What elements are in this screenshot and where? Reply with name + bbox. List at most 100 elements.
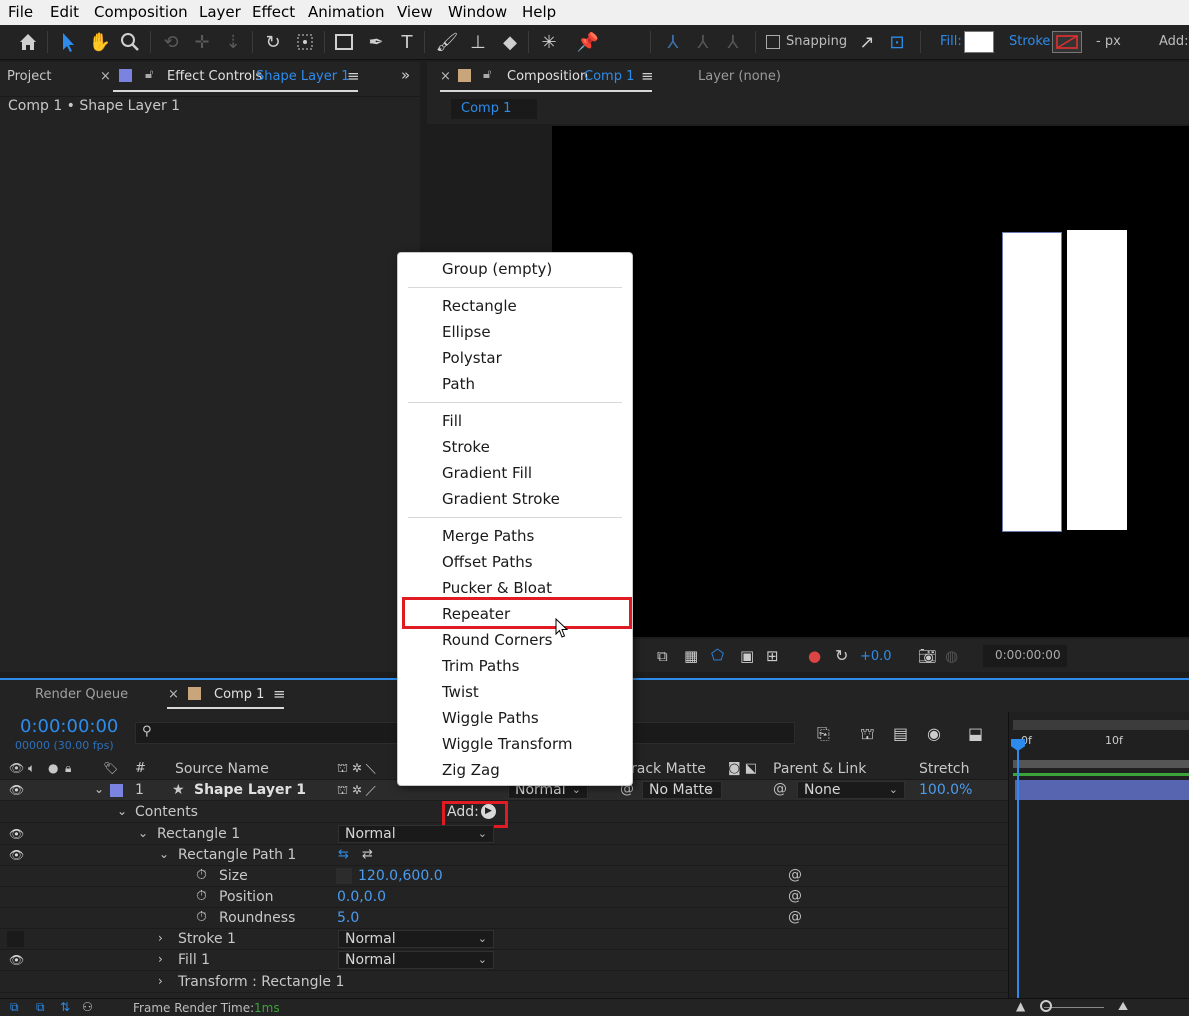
video-switch-icon[interactable]: 👁︎ [9, 761, 24, 775]
menu-item-fill[interactable]: Fill [442, 412, 462, 430]
puppet-pin-icon[interactable]: 📌 [575, 29, 601, 55]
stroke-mode-dropdown[interactable]: Normal ⌄ [338, 930, 494, 948]
pan-camera-icon[interactable]: ✛ [189, 29, 215, 55]
playhead-line[interactable] [1017, 742, 1019, 998]
menu-item-twist[interactable]: Twist [442, 683, 479, 701]
frame-blending-icon[interactable]: ▤ [893, 724, 908, 743]
column-track-matte[interactable]: rack Matte [631, 761, 706, 777]
snap-center-icon[interactable]: ⊡ [884, 29, 910, 55]
camera-snapshot-icon[interactable]: 📷︎ [918, 647, 937, 665]
eye-icon[interactable]: 👁︎ [9, 953, 24, 967]
expand-icon[interactable]: ⌄ [159, 847, 169, 861]
current-time[interactable]: 0:00:00:00 [20, 716, 118, 737]
playhead-handle[interactable] [1011, 739, 1025, 751]
stroke-row[interactable]: › Stroke 1 Normal ⌄ [0, 929, 1008, 950]
tab-comp[interactable]: Comp 1 [214, 687, 264, 702]
menu-item-polystar[interactable]: Polystar [442, 349, 502, 367]
tab-effect-controls[interactable]: Effect Controls [167, 69, 262, 84]
clone-stamp-icon[interactable]: ⊥ [465, 29, 491, 55]
expand-panels-icon[interactable]: » [401, 66, 410, 84]
shy-layers-icon[interactable]: ⛫ [860, 724, 875, 745]
zoom-in-icon[interactable]: ⛰ [1118, 999, 1128, 1014]
rectangle-mode-dropdown[interactable]: Normal ⌄ [338, 825, 494, 843]
tab-effect-layer-name[interactable]: Shape Layer 1 [256, 69, 350, 84]
menu-item-offset-paths[interactable]: Offset Paths [442, 553, 533, 571]
in-out-icon[interactable]: ⇅ [60, 1000, 70, 1014]
menu-item-zig-zag[interactable]: Zig Zag [442, 761, 500, 779]
fill-swatch[interactable] [964, 31, 994, 53]
tab-composition[interactable]: Composition [507, 69, 588, 84]
tab-close-icon[interactable]: × [168, 687, 179, 702]
exposure-value[interactable]: +0.0 [860, 649, 892, 664]
audio-switch-icon[interactable]: 🔈︎ [28, 761, 35, 776]
tab-project[interactable]: Project [7, 69, 51, 84]
dolly-camera-icon[interactable]: ⇣ [220, 29, 246, 55]
toolbar-add-label[interactable]: Add: [1159, 34, 1189, 49]
viewer-timecode[interactable]: 0:00:00:00 [983, 645, 1067, 667]
menu-item-ellipse[interactable]: Ellipse [442, 323, 491, 341]
menu-edit[interactable]: Edit [50, 3, 79, 21]
column-parent-link[interactable]: Parent & Link [773, 761, 866, 777]
show-snapshot-icon[interactable]: ◍ [945, 647, 958, 665]
type-tool-icon[interactable]: T [394, 29, 420, 55]
menu-item-merge-paths[interactable]: Merge Paths [442, 527, 534, 545]
lock-icon[interactable]: 🔓︎ [145, 67, 153, 82]
time-graph[interactable]: 0f 10f [1008, 712, 1189, 998]
brush-tool-icon[interactable]: 🖌 [434, 29, 460, 55]
motion-blur-icon[interactable]: ◉ [927, 724, 941, 743]
rectangle-tool-icon[interactable] [331, 29, 357, 55]
pen-tool-icon[interactable]: ✒ [363, 29, 389, 55]
tab-close-icon[interactable]: × [440, 69, 451, 84]
expand-layer-icon[interactable]: ⌄ [94, 782, 104, 796]
expression-pickwhip-icon[interactable]: @ [788, 888, 802, 904]
layer-duration-bar[interactable] [1015, 780, 1189, 800]
hand-tool-icon[interactable]: ✋ [87, 29, 113, 55]
transform-row[interactable]: › Transform : Rectangle 1 [0, 972, 1008, 993]
stopwatch-icon[interactable]: ⏱ [196, 909, 207, 925]
snapping-checkbox[interactable] [766, 35, 780, 49]
path-direction-icon[interactable]: ⇆ [338, 847, 349, 862]
channels-icon[interactable]: ● [808, 647, 821, 665]
menu-window[interactable]: Window [448, 3, 507, 21]
menu-item-trim-paths[interactable]: Trim Paths [442, 657, 519, 675]
zoom-out-icon[interactable]: ▲ [1016, 999, 1025, 1013]
eye-icon[interactable]: 👁︎ [9, 827, 24, 841]
zoom-slider[interactable] [1044, 1007, 1104, 1008]
rectangle-path-row[interactable]: 👁︎ ⌄ Rectangle Path 1 ⇆ ⇄ [0, 845, 1008, 866]
expand-icon[interactable]: ⌄ [138, 826, 148, 840]
label-tag-icon[interactable]: 🏷︎ [103, 761, 118, 775]
snap-edge-icon[interactable]: ↗ [854, 29, 880, 55]
tab-close-icon[interactable]: × [100, 69, 111, 84]
mask-path-icon[interactable]: ⬠ [711, 646, 724, 664]
menu-item-round-corners[interactable]: Round Corners [442, 631, 553, 649]
menu-item-rectangle[interactable]: Rectangle [442, 297, 517, 315]
menu-view[interactable]: View [397, 3, 433, 21]
rectangle-shape-copy[interactable] [1067, 230, 1127, 530]
panel-menu-icon[interactable]: ≡ [273, 685, 286, 703]
menu-composition[interactable]: Composition [94, 3, 188, 21]
tab-render-queue[interactable]: Render Queue [35, 687, 128, 702]
layer-switches-icon[interactable]: ⧉ [10, 1000, 19, 1015]
menu-help[interactable]: Help [522, 3, 556, 21]
tab-comp-name[interactable]: Comp 1 [584, 69, 634, 84]
parent-dropdown[interactable]: None ⌄ [797, 781, 905, 799]
zoom-tool-icon[interactable] [117, 29, 143, 55]
stroke-width[interactable]: - px [1096, 34, 1121, 49]
panel-menu-icon[interactable]: ≡ [641, 67, 654, 85]
expand-icon[interactable]: › [158, 931, 163, 945]
lock-switch-icon[interactable]: 🔒︎ [65, 761, 71, 776]
menu-item-group-empty[interactable]: Group (empty) [442, 260, 552, 278]
eye-icon[interactable]: 👁︎ [9, 783, 24, 797]
menu-item-wiggle-paths[interactable]: Wiggle Paths [442, 709, 539, 727]
size-value[interactable]: 120.0,600.0 [358, 868, 443, 884]
orbit-camera-icon[interactable]: ⟲ [158, 29, 184, 55]
layer-label-swatch[interactable] [110, 784, 123, 797]
rotation-tool-icon[interactable]: ↻ [260, 29, 286, 55]
parent-pickwhip-icon[interactable]: @ [773, 781, 787, 797]
stopwatch-icon[interactable]: ⏱ [196, 867, 207, 883]
expand-icon[interactable]: › [158, 952, 163, 966]
column-stretch[interactable]: Stretch [919, 761, 970, 777]
menu-effect[interactable]: Effect [252, 3, 295, 21]
transfer-controls-icon[interactable]: ⧉ [36, 1000, 45, 1015]
expression-pickwhip-icon[interactable]: @ [788, 909, 802, 925]
